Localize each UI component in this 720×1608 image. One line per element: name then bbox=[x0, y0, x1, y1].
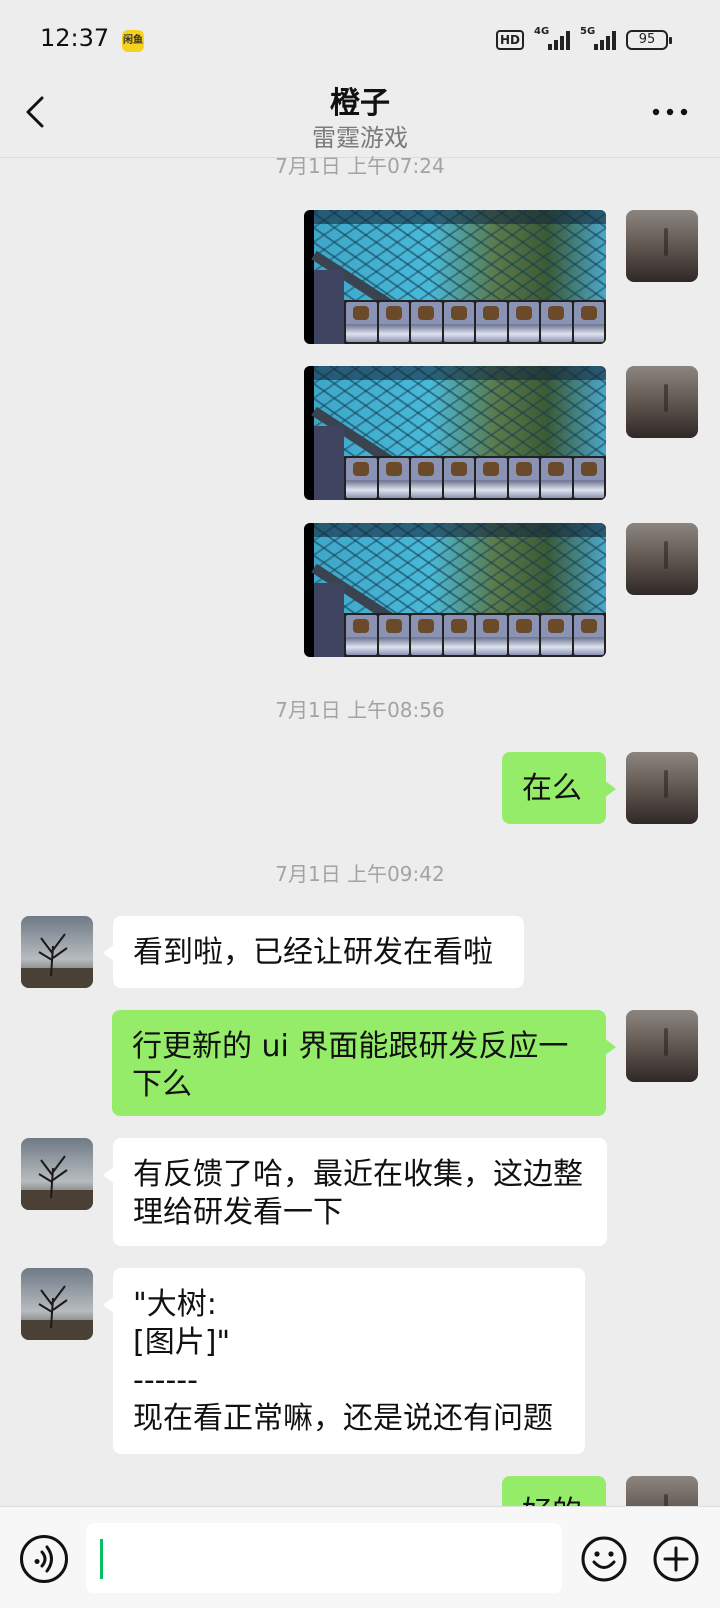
image-message[interactable] bbox=[304, 523, 606, 657]
chat-title: 橙子 bbox=[330, 86, 390, 121]
message-timestamp: 7月1日 上午07:24 bbox=[275, 154, 445, 178]
my-avatar[interactable] bbox=[626, 366, 698, 438]
more-horizontal-icon bbox=[652, 108, 688, 116]
status-icons: HD 4G 5G 95 bbox=[495, 26, 672, 52]
signal-4g-icon: 4G bbox=[534, 26, 570, 50]
tree-landscape-icon bbox=[21, 916, 93, 988]
my-avatar[interactable] bbox=[626, 1010, 698, 1082]
message-text: 行更新的 ui 界面能跟研发反应一下么 bbox=[132, 1029, 569, 1102]
voice-icon bbox=[34, 1545, 53, 1573]
message-timestamp: 7月1日 上午09:42 bbox=[275, 862, 445, 886]
outgoing-message[interactable]: 行更新的 ui 界面能跟研发反应一下么 bbox=[112, 1010, 616, 1116]
incoming-message[interactable]: 有反馈了哈，最近在收集，这边整理给研发看一下 bbox=[103, 1138, 607, 1246]
message-timestamp: 7月1日 上午08:56 bbox=[275, 698, 445, 722]
more-button[interactable] bbox=[648, 94, 692, 130]
outgoing-message[interactable]: 在么 bbox=[502, 752, 616, 824]
message-text: 看到啦，已经让研发在看啦 bbox=[133, 935, 493, 970]
text-cursor bbox=[100, 1539, 103, 1579]
message-text: 有反馈了哈，最近在收集，这边整理给研发看一下 bbox=[133, 1157, 583, 1230]
signal-5g-icon: 5G bbox=[580, 26, 616, 50]
hd-voice-icon: HD bbox=[495, 30, 524, 50]
tree-landscape-icon bbox=[21, 1268, 93, 1340]
plus-circle-icon bbox=[653, 1536, 699, 1582]
chat-header: 橙子 雷霆游戏 bbox=[0, 72, 720, 158]
contact-avatar[interactable] bbox=[21, 1268, 93, 1340]
my-avatar[interactable] bbox=[626, 210, 698, 282]
voice-button[interactable] bbox=[20, 1535, 68, 1583]
network-type-label: 5G bbox=[580, 26, 596, 37]
my-avatar[interactable] bbox=[626, 523, 698, 595]
emoji-button[interactable] bbox=[580, 1535, 628, 1583]
message-text: "大树: [图片]" ------ 现在看正常嘛，还是说还有问题 bbox=[133, 1287, 553, 1436]
message-text: 在么 bbox=[522, 771, 582, 806]
chat-subtitle: 雷霆游戏 bbox=[312, 124, 408, 152]
incoming-message[interactable]: 看到啦，已经让研发在看啦 bbox=[103, 916, 524, 988]
network-type-label: 4G bbox=[534, 26, 550, 37]
image-message[interactable] bbox=[304, 366, 606, 500]
status-time: 12:37 bbox=[40, 24, 110, 52]
app-notification-icon: 闲鱼 bbox=[122, 30, 144, 52]
contact-avatar[interactable] bbox=[21, 916, 93, 988]
my-avatar[interactable] bbox=[626, 752, 698, 824]
battery-icon: 95 bbox=[626, 30, 672, 50]
message-input[interactable] bbox=[86, 1523, 562, 1593]
contact-avatar[interactable] bbox=[21, 1138, 93, 1210]
plus-button[interactable] bbox=[652, 1535, 700, 1583]
emoji-icon bbox=[581, 1536, 627, 1582]
incoming-message[interactable]: "大树: [图片]" ------ 现在看正常嘛，还是说还有问题 bbox=[103, 1268, 585, 1454]
tree-landscape-icon bbox=[21, 1138, 93, 1210]
image-message[interactable] bbox=[304, 210, 606, 344]
status-bar: 12:37 闲鱼 HD 4G 5G 95 bbox=[0, 0, 720, 80]
input-bar bbox=[0, 1506, 720, 1608]
